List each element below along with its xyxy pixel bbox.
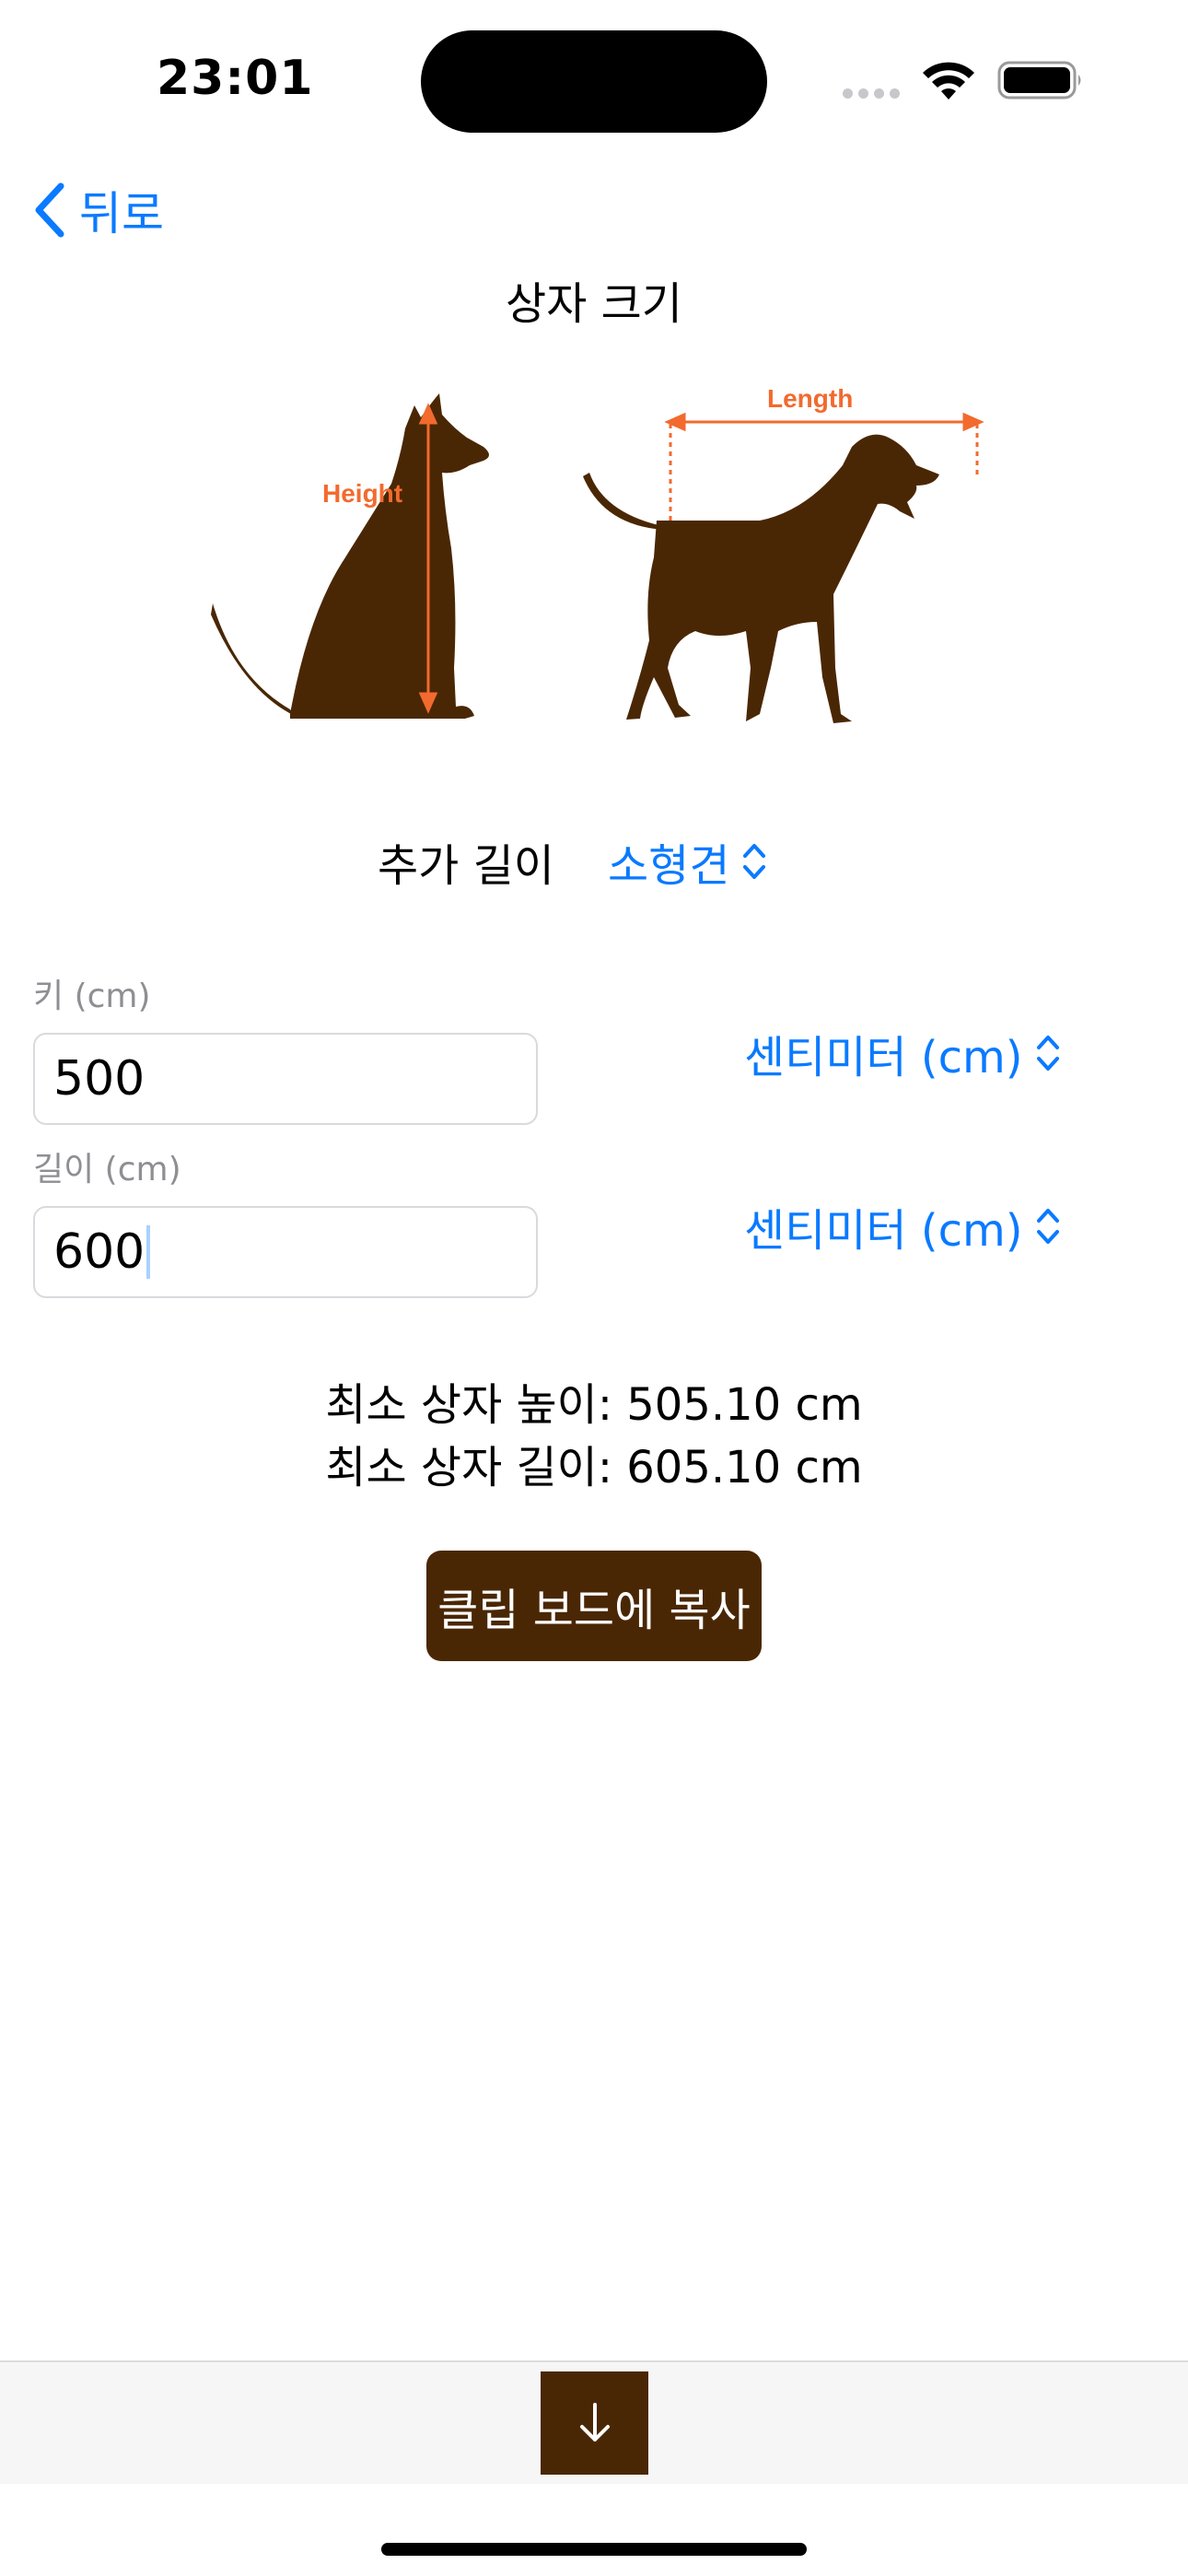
min-box-length-result: 최소 상자 길이: 605.10 cm [325,1442,863,1493]
height-unit-value: 센티미터 (cm) [744,1032,1023,1083]
length-input[interactable]: 600 [33,1206,538,1298]
length-label: Length [767,384,853,413]
standing-dog-silhouette [583,434,939,723]
battery-icon [997,61,1084,100]
chevron-up-down-icon [1036,1036,1059,1071]
copy-to-clipboard-button[interactable]: 클립 보드에 복사 [426,1551,762,1661]
dynamic-island [421,30,767,133]
scroll-down-button[interactable] [541,2371,648,2475]
length-field-label: 길이 (cm) [33,1151,181,1188]
back-label: 뒤로 [79,187,164,240]
length-unit-picker[interactable]: 센티미터 (cm) [744,1194,1060,1259]
back-button[interactable]: 뒤로 [33,177,164,243]
chevron-left-icon [35,182,64,238]
extra-length-label: 추가 길이 [378,840,554,892]
height-field-label: 키 (cm) [33,978,151,1015]
length-input-value: 600 [53,1224,146,1280]
height-input[interactable]: 500 [33,1033,538,1125]
page-title: 상자 크기 [506,278,682,330]
arrow-down-icon [579,2403,610,2441]
sitting-dog-silhouette [211,393,489,719]
wifi-icon [921,61,976,101]
cellular-signal-icon [843,85,905,99]
height-label: Height [322,479,402,508]
breed-size-value: 소형견 [608,840,730,892]
home-indicator [381,2543,807,2556]
chevron-up-down-icon [1036,1209,1059,1244]
chevron-up-down-icon [743,844,766,879]
length-unit-value: 센티미터 (cm) [744,1205,1023,1257]
min-box-height-result: 최소 상자 높이: 505.10 cm [325,1379,863,1431]
text-cursor [146,1225,151,1279]
status-time: 23:01 [157,51,314,106]
dog-measurement-illustration: Height Length [207,373,990,732]
height-input-value: 500 [53,1051,146,1107]
breed-size-picker[interactable]: 소형견 [608,829,766,894]
height-unit-picker[interactable]: 센티미터 (cm) [744,1021,1060,1085]
